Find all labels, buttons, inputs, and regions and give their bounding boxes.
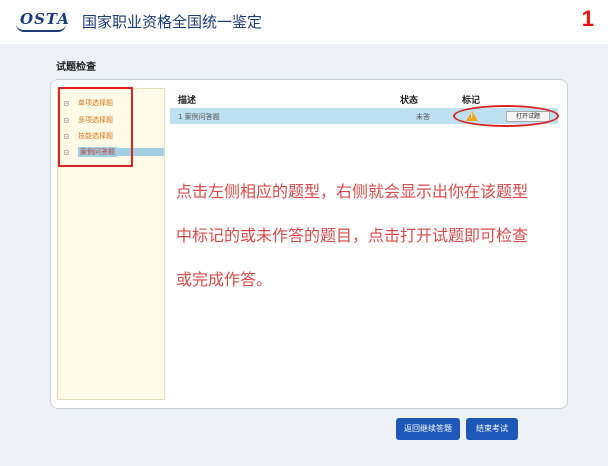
column-header-status: 状态 [400, 96, 419, 106]
row-status: 未答 [416, 113, 430, 121]
column-header-mark: 标记 [462, 96, 481, 106]
app-header: OSTA 国家职业资格全国统一鉴定 1 [0, 0, 608, 44]
section-title: 试题检查 [56, 62, 96, 73]
instruction-line: 中标记的或未作答的题目，点击打开试题即可检查 [176, 226, 529, 245]
instruction-line: 或完成作答。 [176, 270, 273, 289]
instruction-line: 点击左侧相应的题型，右侧就会显示出你在该题型 [176, 182, 529, 201]
app-title: 国家职业资格全国统一鉴定 [82, 13, 263, 31]
table-header: 描述 状态 标记 [170, 92, 558, 106]
instruction-text: 点击左侧相应的题型，右侧就会显示出你在该题型 中标记的或未作答的题目，点击打开试… [176, 170, 560, 302]
open-button-highlight-ellipse [453, 105, 559, 127]
column-header-description: 描述 [178, 96, 197, 106]
step-number: 1 [581, 6, 594, 31]
end-exam-button[interactable]: 结束考试 [466, 418, 518, 440]
tree-highlight-box [58, 87, 133, 167]
logo-swoosh-icon [16, 24, 66, 32]
return-continue-button[interactable]: 返回继续答题 [396, 418, 460, 440]
row-description: 1 案例问答题 [178, 113, 220, 121]
